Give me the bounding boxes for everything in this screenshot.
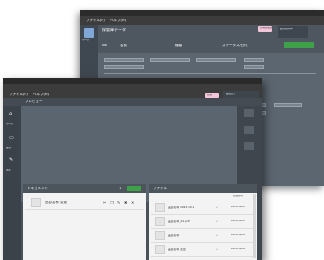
add-item-button[interactable] (127, 186, 141, 191)
item-label: 品目名称 変更 (45, 201, 68, 204)
badge-label: 担当者確認 (260, 27, 273, 29)
badge-label: 新規 (207, 94, 213, 96)
nav-home-label: ホーム (82, 39, 90, 41)
column-type: 種類 (175, 44, 182, 47)
tool-strip: プレビュー (3, 98, 262, 106)
menu-bar: ファイル(F) ヘルプ(H) (80, 16, 324, 25)
input-field[interactable] (244, 65, 264, 69)
toolbar: 保管庫データ 担当者確認 読み込み中 No 名前 種類 ステータス/日付 (80, 25, 324, 53)
table-row[interactable]: 品目名称 ✓ 2023/10/04 (151, 229, 255, 243)
file-flag: ✓ (216, 248, 219, 251)
file-date: 2023/10/05 (231, 206, 246, 208)
input-field[interactable] (196, 58, 236, 62)
file-name: 品目名称 (168, 234, 180, 237)
input-field[interactable] (274, 103, 302, 107)
nav-label-save: 保存 (6, 147, 12, 149)
nav-item-save[interactable]: ▭ (6, 134, 18, 146)
nav-item-home[interactable]: ⌂ (6, 110, 18, 122)
nav-item-settings[interactable]: ✎ (6, 156, 18, 168)
file-name: 品目名称_01.pdf (168, 220, 190, 223)
table-row[interactable]: 品目名称 2023.10.1 ✓ 2023/10/05 (151, 201, 255, 215)
file-name: 品目名称 変更 (168, 248, 186, 251)
side-tool-button[interactable] (244, 126, 254, 134)
file-flag: ✓ (216, 206, 219, 209)
file-panel: ファイル 登録日時 品目名称 2023.10.1 ✓ 2023/10/05 品目… (149, 184, 257, 260)
input-field[interactable] (104, 58, 144, 62)
copy-icon[interactable]: ❐ (110, 201, 114, 205)
thumbnail (155, 231, 165, 240)
item-counter: 1 (119, 187, 122, 190)
side-tool-button[interactable] (244, 142, 254, 150)
file-flag: ✓ (216, 220, 219, 223)
file-date: 2023/10/04 (231, 248, 246, 250)
column-status: ステータス/日付 (222, 44, 248, 47)
file-name: 品目名称 2023.10.1 (168, 206, 195, 209)
viewer-label: プレビュー (25, 100, 43, 103)
file-date: 2023/10/05 (231, 220, 246, 222)
menu-file[interactable]: ファイル(F) (86, 19, 105, 23)
left-nav: ⌂ ホーム ▭ 保存 ✎ 設定 (3, 106, 21, 260)
thumbnail (155, 245, 165, 254)
thumbnail (155, 217, 165, 226)
panel-header: ドキュメント 1 (23, 184, 146, 193)
document-panel: ドキュメント 1 品目名称 変更 ✂ ❐ ✎ ✖ ✕ (23, 184, 146, 260)
input-field[interactable] (104, 65, 144, 69)
form-title: 保管庫データ (102, 28, 126, 32)
panel-title: ドキュメント (27, 187, 48, 190)
wrench-icon: ✎ (9, 157, 14, 163)
confirm-button[interactable] (284, 42, 314, 48)
front-window: ファイル(F) ヘルプ(H) 新規 読込完了 プレビュー ⌂ ホーム ▭ 保存 … (3, 78, 262, 260)
divider (104, 73, 316, 74)
menu-file[interactable]: ファイル(F) (9, 93, 28, 97)
scrollbar[interactable] (253, 194, 256, 258)
nav-label-settings: 設定 (6, 169, 12, 171)
menu-help[interactable]: ヘルプ(H) (33, 93, 49, 97)
nav-label-home: ホーム (6, 123, 14, 125)
menu-bar: ファイル(F) ヘルプ(H) 新規 読込完了 (3, 84, 262, 103)
list-item[interactable]: 品目名称 変更 ✂ ❐ ✎ ✖ ✕ (25, 196, 144, 210)
folder-icon: ▭ (9, 135, 14, 141)
file-date: 2023/10/04 (231, 234, 246, 236)
delete-icon[interactable]: ✖ (124, 201, 127, 205)
close-icon[interactable]: ✕ (131, 201, 134, 205)
edit-icon[interactable]: ✎ (117, 201, 120, 205)
column-name: 名前 (120, 44, 127, 47)
file-flag: ✓ (216, 234, 219, 237)
column-no: No (102, 44, 107, 47)
input-field[interactable] (150, 58, 190, 62)
column-header-date: 登録日時 (233, 195, 244, 197)
side-tool-button[interactable] (244, 109, 254, 117)
thumbnail (31, 198, 41, 207)
thumbnail (155, 203, 165, 212)
menu-help[interactable]: ヘルプ(H) (110, 19, 126, 23)
input-field[interactable] (244, 58, 264, 62)
table-row[interactable]: 品目名称 変更 ✓ 2023/10/04 (151, 243, 255, 257)
status-label: 読込完了 (226, 93, 237, 95)
panel-title: ファイル (153, 187, 167, 190)
cut-icon[interactable]: ✂ (103, 201, 106, 205)
nav-home-button[interactable] (84, 28, 94, 38)
table-row[interactable]: 品目名称_01.pdf ✓ 2023/10/05 (151, 215, 255, 229)
home-icon: ⌂ (9, 111, 13, 117)
panel-header: ファイル (149, 184, 257, 193)
status-label: 読み込み中 (280, 28, 293, 30)
